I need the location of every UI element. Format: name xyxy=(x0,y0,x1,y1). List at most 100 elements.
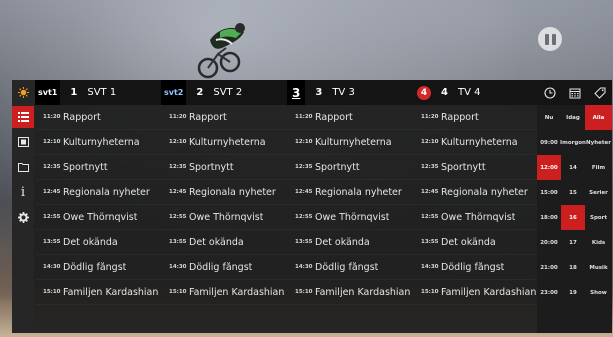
program-row[interactable]: 12:55 Owe Thörnqvist xyxy=(413,205,537,230)
folder-icon xyxy=(17,163,29,172)
filter-row: 15:00 15 Serier xyxy=(537,180,612,205)
time-filter-tab[interactable] xyxy=(543,86,557,100)
time-filter-option[interactable]: 20:00 xyxy=(537,230,561,255)
program-row[interactable]: 12:10 Kulturnyheterna xyxy=(287,130,413,155)
program-row[interactable]: 11:20 Rapport xyxy=(161,105,287,130)
program-title: Owe Thörnqvist xyxy=(315,211,390,223)
sidebar-item-tv-guide[interactable] xyxy=(12,106,34,128)
channel-number: 3 xyxy=(315,87,323,98)
program-row[interactable]: 11:20 Rapport xyxy=(35,105,161,130)
program-row[interactable]: 11:20 Rapport xyxy=(287,105,413,130)
program-title: Det okända xyxy=(189,236,244,248)
category-filter-option[interactable]: Film xyxy=(585,155,612,180)
time-filter-option[interactable]: 18:00 xyxy=(537,205,561,230)
filter-row: 18:00 16 Sport xyxy=(537,205,612,230)
program-title: Dödlig fångst xyxy=(441,261,505,273)
program-row[interactable]: 13:55 Det okända xyxy=(287,230,413,255)
program-row[interactable]: 11:20 Rapport xyxy=(413,105,537,130)
program-row[interactable]: 12:35 Sportnytt xyxy=(287,155,413,180)
sidebar-item-highlights[interactable] xyxy=(12,81,34,103)
time-filter-option[interactable]: 21:00 xyxy=(537,255,561,280)
program-row[interactable]: 12:10 Kulturnyheterna xyxy=(35,130,161,155)
program-row[interactable]: 14:30 Dödlig fångst xyxy=(287,255,413,280)
program-row[interactable]: 15:10 Familjen Kardashian xyxy=(413,280,537,305)
day-filter-option[interactable]: Imorgon xyxy=(560,130,586,155)
day-filter-option[interactable]: 15 xyxy=(561,180,585,205)
program-row[interactable]: 12:10 Kulturnyheterna xyxy=(161,130,287,155)
day-filter-option[interactable]: 18 xyxy=(561,255,585,280)
program-time: 11:20 xyxy=(169,114,187,120)
program-row[interactable]: 12:35 Sportnytt xyxy=(161,155,287,180)
category-filter-option[interactable]: Kids xyxy=(585,230,612,255)
time-filter-option[interactable]: 15:00 xyxy=(537,180,561,205)
channel-column-tv4: 11:20 Rapport 12:10 Kulturnyheterna 12:35 S… xyxy=(413,105,537,333)
category-filter-option[interactable]: Musik xyxy=(585,255,612,280)
channel-header-svt2[interactable]: svt2 2 SVT 2 xyxy=(161,80,287,105)
category-filter-option[interactable]: Show xyxy=(585,280,612,305)
category-filter-option[interactable]: Serier xyxy=(585,180,612,205)
program-row[interactable]: 12:45 Regionala nyheter xyxy=(413,180,537,205)
program-row[interactable]: 14:30 Dödlig fångst xyxy=(161,255,287,280)
program-row[interactable]: 15:10 Familjen Kardashian xyxy=(161,280,287,305)
program-title: Dödlig fångst xyxy=(189,261,253,273)
program-row[interactable]: 12:10 Kulturnyheterna xyxy=(413,130,537,155)
program-title: Det okända xyxy=(441,236,496,248)
sidebar-item-info[interactable]: i xyxy=(12,181,34,203)
channel-column-svt2: 11:20 Rapport 12:10 Kulturnyheterna 12:35 S… xyxy=(161,105,287,333)
time-filter-option[interactable]: 09:00 xyxy=(537,130,561,155)
day-filter-tab[interactable] xyxy=(568,86,582,100)
program-time: 12:10 xyxy=(169,139,187,145)
day-filter-option[interactable]: 19 xyxy=(561,280,585,305)
channel-header-svt1[interactable]: svt1 1 SVT 1 xyxy=(35,80,161,105)
program-row[interactable]: 14:30 Dödlig fångst xyxy=(413,255,537,280)
filter-grid: Nu Idag Alla 09:00 Imorgon Nyheter 12:00… xyxy=(537,105,612,333)
program-title: Owe Thörnqvist xyxy=(63,211,138,223)
category-filter-option[interactable]: Alla xyxy=(585,105,612,130)
day-filter-option[interactable]: Idag xyxy=(561,105,585,130)
program-row[interactable]: 12:55 Owe Thörnqvist xyxy=(161,205,287,230)
program-row[interactable]: 13:55 Det okända xyxy=(413,230,537,255)
program-row[interactable]: 12:45 Regionala nyheter xyxy=(287,180,413,205)
sidebar-item-movies[interactable] xyxy=(12,131,34,153)
tag-icon xyxy=(593,87,605,99)
channel-column-tv3: 11:20 Rapport 12:10 Kulturnyheterna 12:35 S… xyxy=(287,105,413,333)
tv-guide-panel: i svt1 1 SVT 1 11:20 Rapport 12:10 Kulturn… xyxy=(12,80,612,333)
time-filter-option[interactable]: Nu xyxy=(537,105,561,130)
program-time: 15:10 xyxy=(295,289,313,295)
day-filter-option[interactable]: 14 xyxy=(561,155,585,180)
category-filter-option[interactable]: Nyheter xyxy=(585,130,612,155)
gear-icon xyxy=(17,211,29,223)
time-filter-option[interactable]: 12:00 xyxy=(537,155,561,180)
program-row[interactable]: 15:10 Familjen Kardashian xyxy=(287,280,413,305)
program-row[interactable]: 12:35 Sportnytt xyxy=(413,155,537,180)
sidebar-item-settings[interactable] xyxy=(12,206,34,228)
channel-header-tv3[interactable]: 3 3 TV 3 xyxy=(287,80,413,105)
program-time: 11:20 xyxy=(421,114,439,120)
channel-name: TV 4 xyxy=(457,87,481,98)
program-row[interactable]: 12:55 Owe Thörnqvist xyxy=(35,205,161,230)
channel-header-tv4[interactable]: 4 4 TV 4 xyxy=(413,80,537,105)
day-filter-option[interactable]: 16 xyxy=(561,205,585,230)
category-filter-option[interactable]: Sport xyxy=(585,205,612,230)
program-time: 14:30 xyxy=(43,264,61,270)
program-row[interactable]: 13:55 Det okända xyxy=(35,230,161,255)
sidebar-item-recordings[interactable] xyxy=(12,156,34,178)
program-row[interactable]: 12:45 Regionala nyheter xyxy=(161,180,287,205)
program-title: Sportnytt xyxy=(63,161,108,173)
program-title: Dödlig fångst xyxy=(315,261,379,273)
program-row[interactable]: 12:45 Regionala nyheter xyxy=(35,180,161,205)
program-time: 15:10 xyxy=(43,289,61,295)
program-row[interactable]: 15:10 Familjen Kardashian xyxy=(35,280,161,305)
program-time: 12:45 xyxy=(169,189,187,195)
program-row[interactable]: 13:55 Det okända xyxy=(161,230,287,255)
program-title: Rapport xyxy=(189,111,227,123)
program-row[interactable]: 12:55 Owe Thörnqvist xyxy=(287,205,413,230)
pause-button[interactable] xyxy=(538,27,562,51)
program-time: 14:30 xyxy=(169,264,187,270)
time-filter-option[interactable]: 23:00 xyxy=(537,280,561,305)
program-row[interactable]: 12:35 Sportnytt xyxy=(35,155,161,180)
program-title: Regionala nyheter xyxy=(189,186,276,198)
day-filter-option[interactable]: 17 xyxy=(561,230,585,255)
category-filter-tab[interactable] xyxy=(593,86,607,100)
program-row[interactable]: 14:30 Dödlig fångst xyxy=(35,255,161,280)
